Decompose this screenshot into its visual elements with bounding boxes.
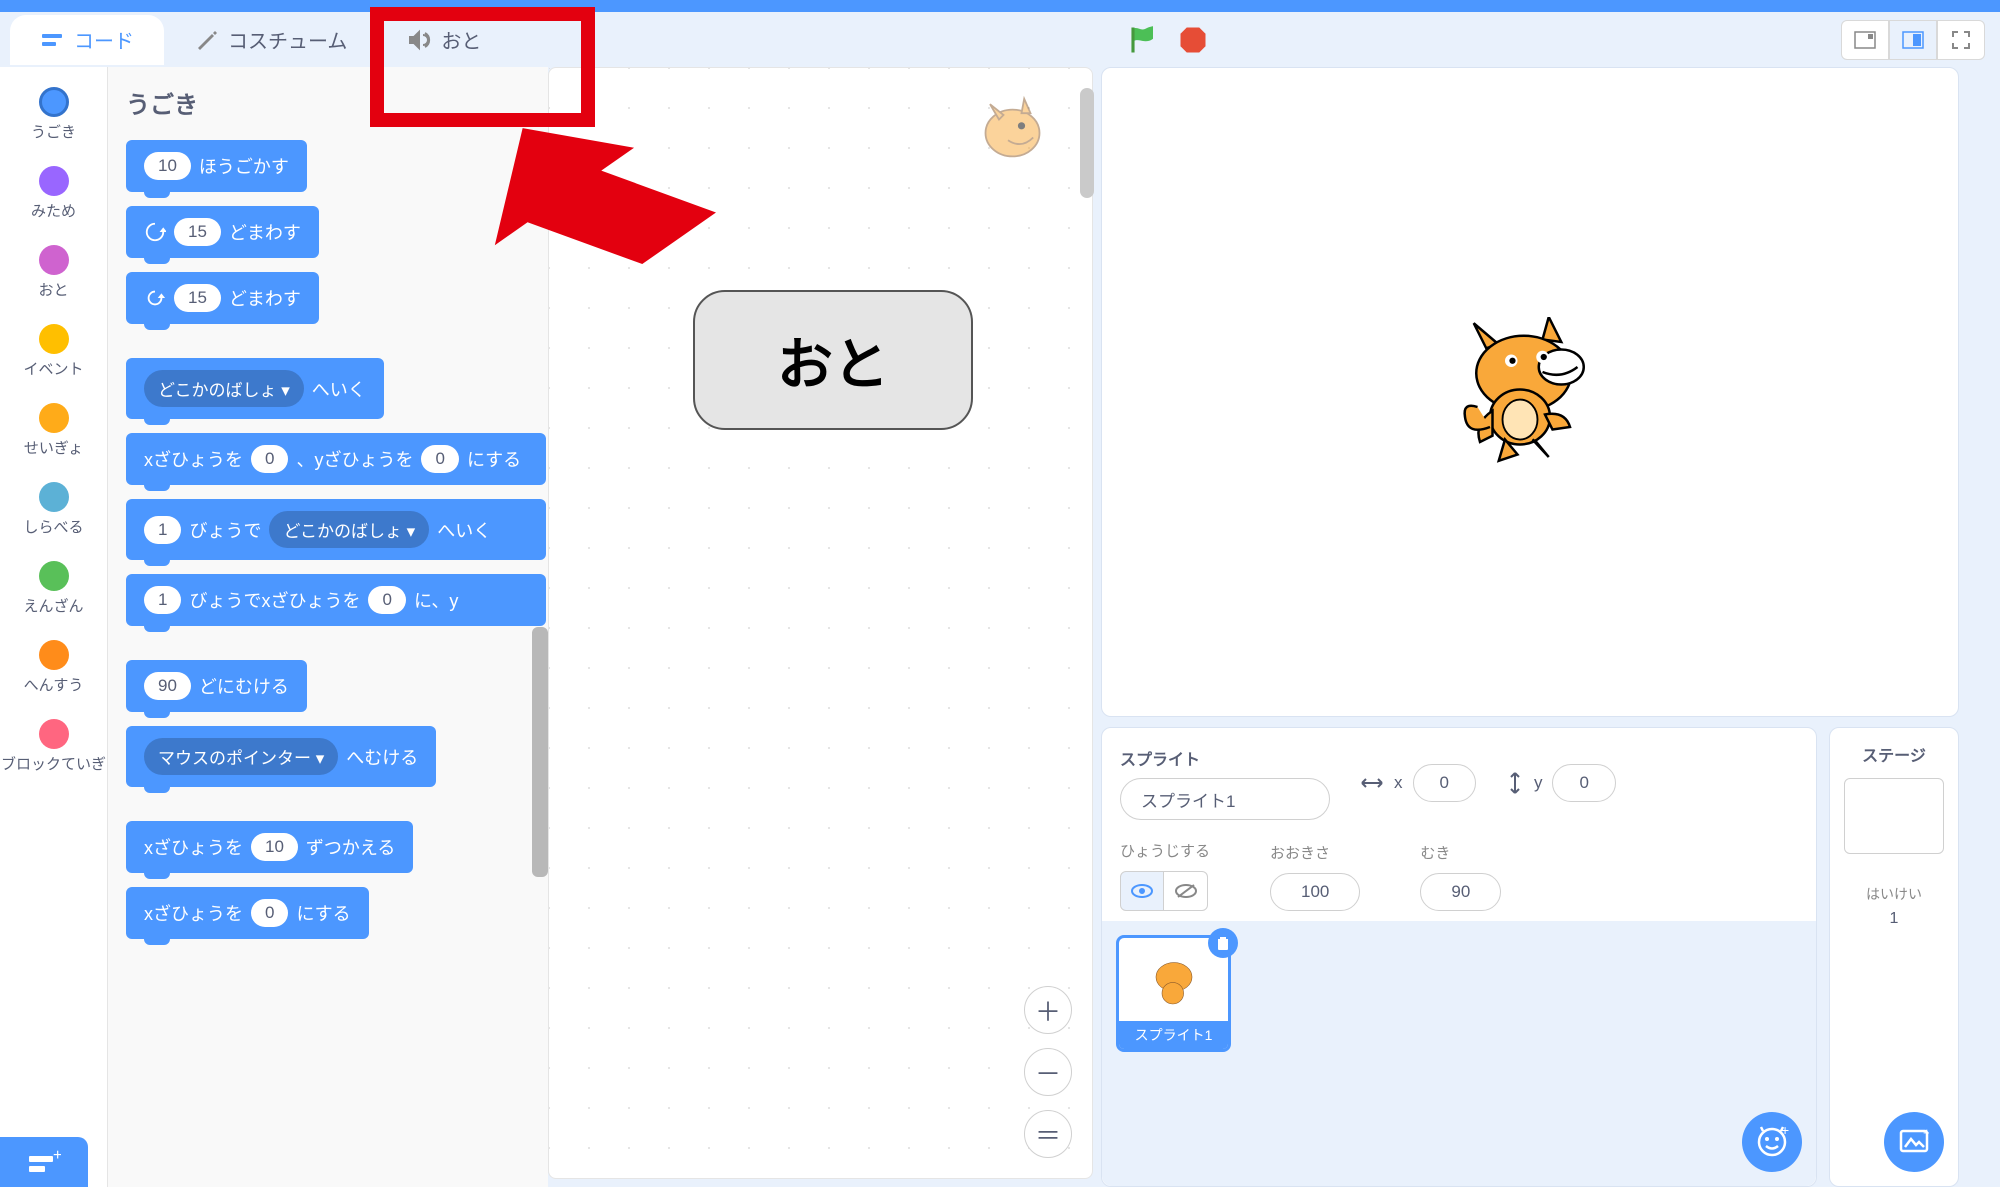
annotation-callout: おと (693, 290, 973, 430)
category-looks[interactable]: みため (0, 156, 107, 235)
category-myblocks[interactable]: ブロックていぎ (0, 709, 107, 788)
extension-button[interactable]: + (0, 1137, 88, 1187)
stage-info-panel: ステージ はいけい 1 + (1829, 727, 1959, 1187)
sprite-thumbnail[interactable]: スプライト1 (1116, 935, 1231, 1052)
block-turn-right[interactable]: 15どまわす (126, 206, 319, 258)
block-point-direction[interactable]: 90どにむける (126, 660, 307, 712)
block-glide-to[interactable]: 1びょうでどこかのばしょ ▾へいく (126, 499, 546, 560)
tab-code[interactable]: コード (10, 15, 164, 65)
workspace-scrollbar[interactable] (1080, 88, 1094, 198)
block-palette: うごき 10ほうごかす 15どまわす 15どまわす どこかのばしょ ▾へいく x… (108, 67, 548, 1187)
zoom-in-button[interactable]: ＋ (1024, 986, 1072, 1034)
hide-sprite-button[interactable] (1164, 871, 1208, 911)
category-operators[interactable]: えんざん (0, 551, 107, 630)
category-sound[interactable]: おと (0, 235, 107, 314)
block-goto[interactable]: どこかのばしょ ▾へいく (126, 358, 384, 419)
delete-sprite-button[interactable] (1208, 928, 1238, 958)
category-sensing[interactable]: しらべる (0, 472, 107, 551)
sprite-y-input[interactable]: 0 (1552, 764, 1615, 802)
block-set-x[interactable]: xざひょうを0にする (126, 887, 369, 939)
block-point-towards[interactable]: マウスのポインター ▾へむける (126, 726, 436, 787)
x-arrow-icon (1360, 774, 1384, 792)
tab-label: コード (74, 25, 134, 54)
svg-text:+: + (53, 1148, 61, 1164)
zoom-reset-button[interactable]: ＝ (1024, 1110, 1072, 1158)
tab-label: おと (441, 25, 481, 54)
workspace-sprite-watermark (972, 88, 1062, 178)
code-workspace[interactable]: ＋ － ＝ (548, 67, 1093, 1179)
block-change-x[interactable]: xざひょうを10ずつかえる (126, 821, 413, 873)
view-small-stage[interactable] (1841, 20, 1889, 60)
green-flag-button[interactable] (1128, 25, 1158, 55)
zoom-out-button[interactable]: － (1024, 1048, 1072, 1096)
svg-text:+: + (1781, 1125, 1789, 1138)
stage[interactable] (1101, 67, 1959, 717)
palette-scrollbar[interactable] (532, 627, 548, 877)
palette-category-title: うごき (126, 85, 530, 120)
add-sprite-button[interactable]: + (1742, 1112, 1802, 1172)
tab-costumes[interactable]: コスチューム (164, 15, 377, 65)
sprite-on-stage[interactable] (1455, 317, 1605, 467)
svg-text:+: + (1923, 1129, 1929, 1140)
sprite-label: スプライト (1120, 746, 1330, 770)
sprite-x-input[interactable]: 0 (1413, 764, 1476, 802)
tab-sounds[interactable]: おと (377, 15, 511, 65)
workspace-background (549, 68, 1092, 1178)
view-fullscreen[interactable] (1937, 20, 1985, 60)
stage-thumbnail[interactable] (1844, 778, 1944, 854)
add-backdrop-button[interactable]: + (1884, 1112, 1944, 1172)
show-sprite-button[interactable] (1120, 871, 1164, 911)
y-arrow-icon (1506, 771, 1524, 795)
stop-button[interactable] (1178, 25, 1208, 55)
category-variables[interactable]: へんすう (0, 630, 107, 709)
sprite-info-panel: スプライト x 0 y 0 ひょ (1101, 727, 1817, 1187)
block-glide-xy[interactable]: 1びょうでxざひょうを0に、y (126, 574, 546, 626)
category-control[interactable]: せいぎょ (0, 393, 107, 472)
view-large-stage[interactable] (1889, 20, 1937, 60)
block-category-list: うごき みため おと イベント せいぎょ しらべる えんざん へんすう ブロック… (0, 67, 108, 1187)
block-goto-xy[interactable]: xざひょうを0、yざひょうを0にする (126, 433, 546, 485)
sprite-direction-input[interactable]: 90 (1420, 873, 1501, 911)
block-move-steps[interactable]: 10ほうごかす (126, 140, 307, 192)
tab-label: コスチューム (228, 25, 347, 54)
category-events[interactable]: イベント (0, 314, 107, 393)
category-motion[interactable]: うごき (0, 77, 107, 156)
sprite-size-input[interactable]: 100 (1270, 873, 1360, 911)
sprite-name-input[interactable] (1120, 778, 1330, 820)
block-turn-left[interactable]: 15どまわす (126, 272, 319, 324)
